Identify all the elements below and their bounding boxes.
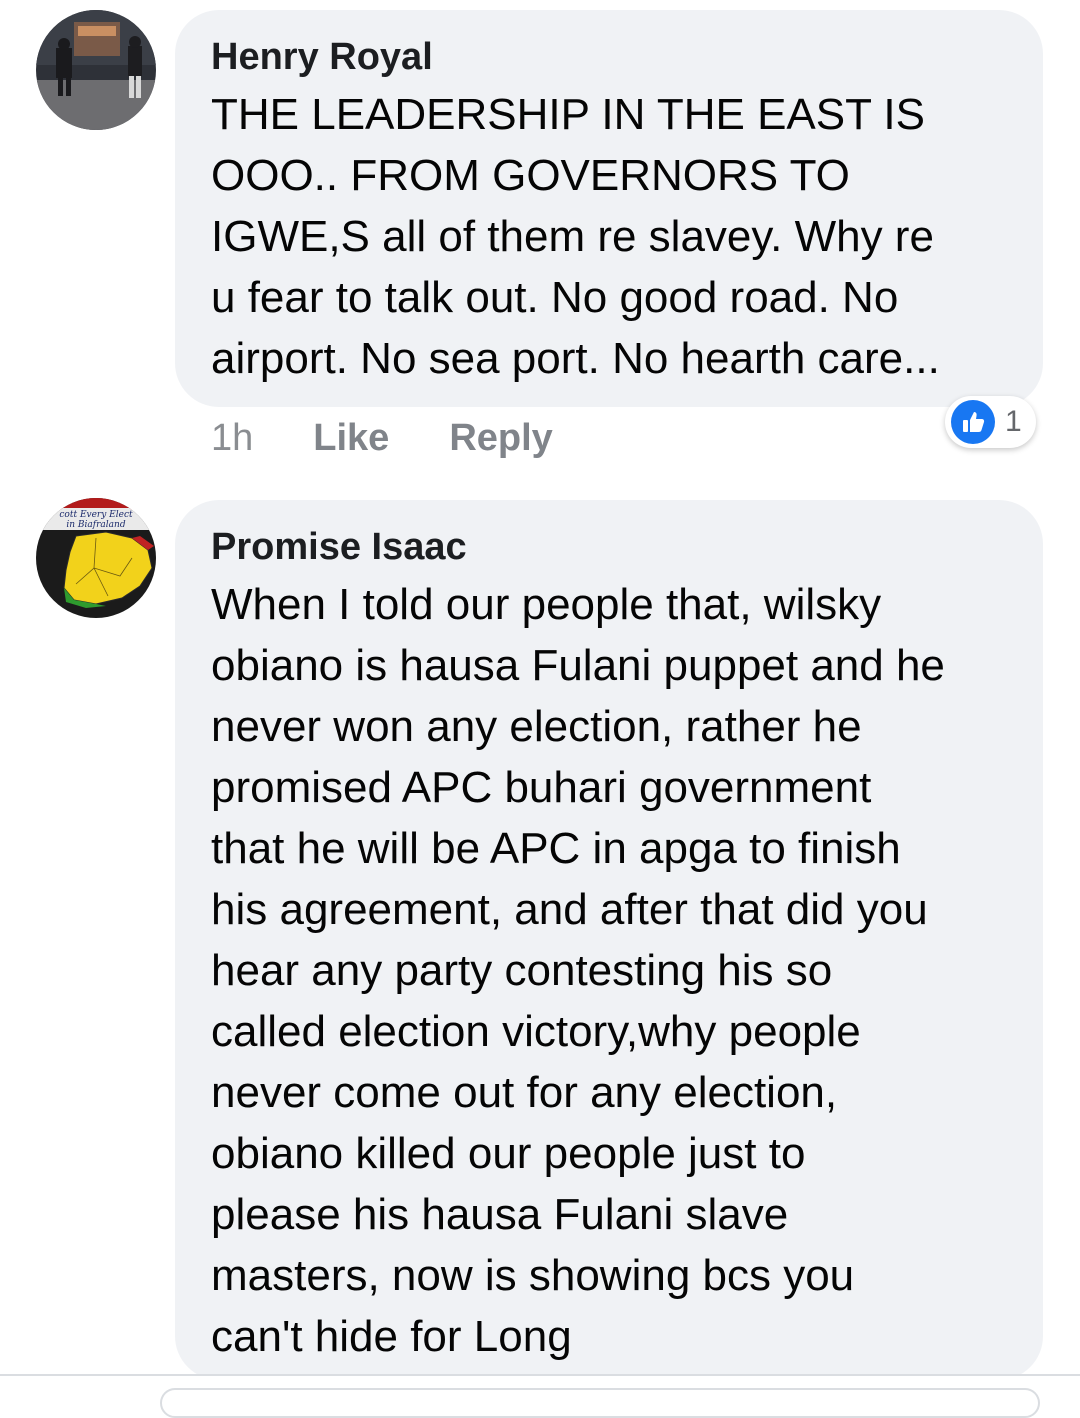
avatar-caption: in Biafraland xyxy=(66,520,125,530)
comment-text-line: airport. No sea port. No hearth care... xyxy=(211,334,940,383)
comment-text-line: When I told our people that, wilsky xyxy=(211,580,882,629)
like-button[interactable]: Like xyxy=(313,417,389,460)
avatar-caption: cott Every Elect xyxy=(59,510,133,520)
comment-text: THE LEADERSHIP IN THE EAST IS OOO.. FROM… xyxy=(211,84,1013,389)
thumbs-up-icon xyxy=(951,400,995,444)
person-photo-icon xyxy=(36,10,156,130)
comment-text-line: u fear to talk out. No good road. No xyxy=(211,273,899,322)
avatar[interactable] xyxy=(36,10,156,130)
comment-text-line: his agreement, and after that did you xyxy=(211,885,928,934)
comment-text-line: called election victory,why people xyxy=(211,1007,861,1056)
biafra-map-icon: cott Every Elect in Biafraland xyxy=(36,498,156,618)
comment-composer-bar xyxy=(0,1374,1080,1418)
comment-bubble: Henry Royal THE LEADERSHIP IN THE EAST I… xyxy=(175,10,1043,407)
comment-timestamp[interactable]: 1h xyxy=(211,417,253,460)
reply-button[interactable]: Reply xyxy=(449,417,552,460)
comment-text-line: never come out for any election, xyxy=(211,1068,838,1117)
comment-author[interactable]: Henry Royal xyxy=(211,34,1013,80)
comment-text: When I told our people that, wilsky obia… xyxy=(211,574,1013,1367)
comment-text-line: hear any party contesting his so xyxy=(211,946,833,995)
comment-text-line: obiano killed our people just to xyxy=(211,1129,806,1178)
comment-text-line: promised APC buhari government xyxy=(211,763,872,812)
comment-text-line: THE LEADERSHIP IN THE EAST IS xyxy=(211,90,925,139)
comment-text-line: never won any election, rather he xyxy=(211,702,862,751)
comment-input[interactable] xyxy=(160,1388,1040,1418)
comment-meta: 1h Like Reply xyxy=(211,415,553,461)
comment-text-line: obiano is hausa Fulani puppet and he xyxy=(211,641,945,690)
comment-bubble: Promise Isaac When I told our people tha… xyxy=(175,500,1043,1380)
comment-author[interactable]: Promise Isaac xyxy=(211,524,1013,570)
comment-text-line: OOO.. FROM GOVERNORS TO xyxy=(211,151,850,200)
reaction-summary[interactable]: 1 xyxy=(945,396,1036,448)
comment-text-line: please his hausa Fulani slave xyxy=(211,1190,789,1239)
avatar[interactable]: cott Every Elect in Biafraland xyxy=(36,498,156,618)
comment-text-line: can't hide for Long xyxy=(211,1312,572,1361)
comment-text-line: IGWE,S all of them re slavey. Why re xyxy=(211,212,934,261)
reaction-count: 1 xyxy=(1005,405,1022,438)
comment-text-line: that he will be APC in apga to finish xyxy=(211,824,901,873)
comment-text-line: masters, now is showing bcs you xyxy=(211,1251,855,1300)
